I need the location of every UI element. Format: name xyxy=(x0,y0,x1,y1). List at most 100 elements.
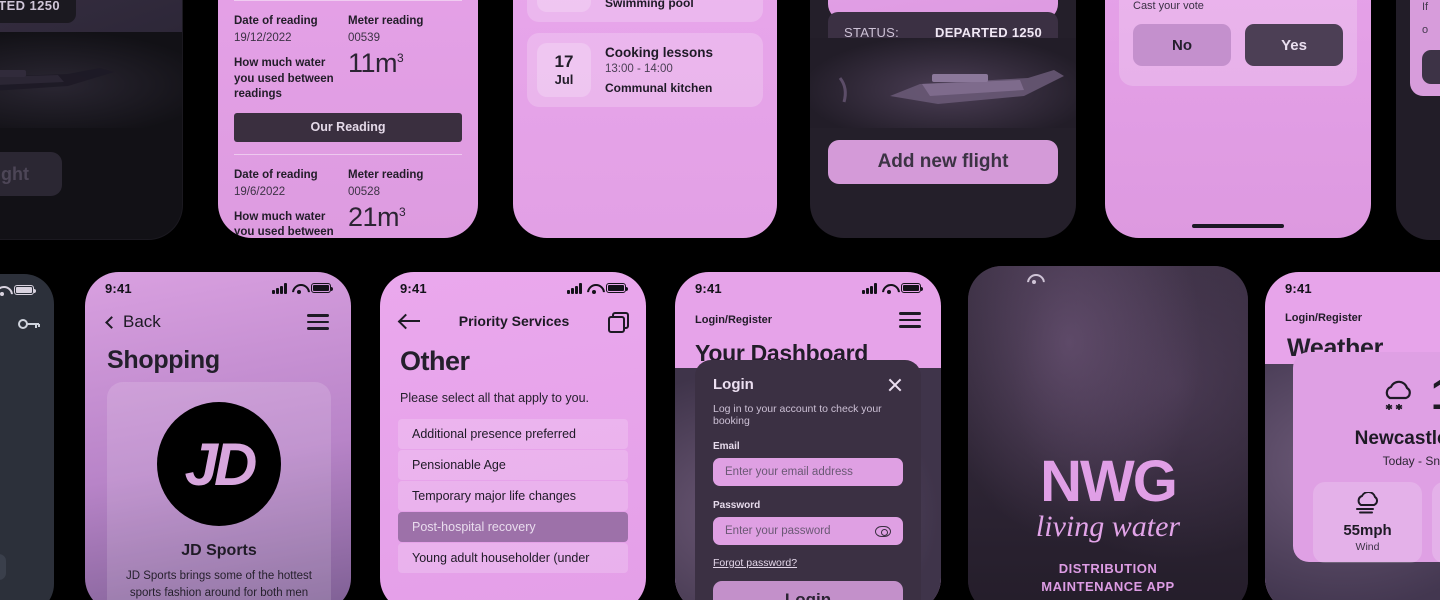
card-priority-services[interactable]: 9:41 Priority Services Other Please sele… xyxy=(380,272,646,600)
card-flight-dark[interactable]: Arrival Date er 2023 Arrival Time 12:10 … xyxy=(0,0,182,239)
status-bar xyxy=(0,274,54,300)
modal-subtitle: Log in to your account to check your boo… xyxy=(713,403,882,427)
partial-button[interactable] xyxy=(0,554,6,580)
eye-icon[interactable] xyxy=(875,525,891,537)
card-weather[interactable]: 9:41 Login/Register Weather 11 xyxy=(1265,272,1440,600)
temperature-value: 11 xyxy=(1431,370,1440,420)
our-reading-button[interactable]: Our Reading xyxy=(234,112,462,142)
usage-value-2: 21m3 xyxy=(348,202,462,233)
wifi-icon xyxy=(292,283,306,294)
battery-icon xyxy=(901,283,924,293)
login-submit-button[interactable]: Login xyxy=(713,581,903,600)
our-reading-label: Our Reading xyxy=(310,120,386,135)
signal-icon xyxy=(567,282,582,294)
today-conditions: Today - Snowing xyxy=(1382,454,1440,468)
partial-sub-line1: If xyxy=(1422,1,1429,13)
menu-icon[interactable] xyxy=(899,312,921,328)
list-item[interactable]: 8 Jul Swimming 20:00 Swimming pool xyxy=(527,0,763,22)
cast-vote-card: Cast your vote No Yes xyxy=(1119,0,1357,86)
vote-yes-button[interactable]: Yes xyxy=(1245,24,1343,66)
nav-title: Priority Services xyxy=(458,313,570,329)
usage-exponent-2: 3 xyxy=(399,204,406,219)
partial-button[interactable] xyxy=(1422,50,1440,84)
list-item[interactable]: Young adult householder (under xyxy=(398,543,628,573)
vote-no-label: No xyxy=(1172,36,1192,54)
card-nwg-splash[interactable]: GS 9:41 AM 10 NWG living water DISTRIBUT… xyxy=(968,266,1248,600)
event-title: Cooking lessons xyxy=(605,45,714,60)
list-item-selected[interactable]: Post-hospital recovery xyxy=(398,512,628,542)
wind-cloud-icon xyxy=(1355,492,1378,514)
card-events[interactable]: 8 Jul Swimming 20:00 Swimming pool 17 Ju… xyxy=(513,0,777,238)
jd-logo-text: JD xyxy=(184,430,258,498)
date-of-reading-value: 19/12/2022 xyxy=(234,32,292,44)
password-placeholder: Enter your password xyxy=(725,525,831,537)
login-register-link[interactable]: Login/Register xyxy=(695,314,772,326)
wind-tile: 55mph Wind xyxy=(1313,482,1422,563)
nwg-logo: NWG living water DISTRIBUTION MAINTENANC… xyxy=(968,449,1248,595)
partial-content-card: F If o xyxy=(1410,0,1440,96)
card-water-readings[interactable]: Date of reading 19/12/2022 Meter reading… xyxy=(218,0,478,238)
nwg-wordmark: NWG xyxy=(1040,449,1178,514)
partial-sub-line2: o xyxy=(1422,23,1429,36)
card-vote[interactable]: 28% Cast your vote No Yes xyxy=(1105,0,1371,238)
back-button[interactable]: Back xyxy=(105,312,161,332)
ship-photo-dark xyxy=(0,32,182,128)
list-item[interactable]: Pensionable Age xyxy=(398,450,628,480)
key-icon[interactable] xyxy=(18,318,40,330)
event-time: 13:00 - 14:00 xyxy=(605,63,673,75)
options-list: Additional presence preferred Pensionabl… xyxy=(380,405,646,573)
event-day: 17 xyxy=(554,52,574,72)
usage-exponent: 3 xyxy=(397,51,404,65)
login-register-link[interactable]: Login/Register xyxy=(1285,312,1440,324)
list-item[interactable]: Temporary major life changes xyxy=(398,481,628,511)
nwg-tagline: living water xyxy=(1035,510,1181,544)
forgot-password-link[interactable]: Forgot password? xyxy=(713,557,797,569)
page-title: Shopping xyxy=(107,346,220,374)
copy-icon[interactable] xyxy=(607,312,629,333)
card-left-partial[interactable] xyxy=(0,274,54,600)
ship-photo xyxy=(810,38,1076,128)
card-right-partial[interactable]: F If o xyxy=(1396,0,1440,240)
weather-card: 11 Newcastle upon Today - Snowing 55mph … xyxy=(1293,352,1440,563)
event-location: Swimming pool xyxy=(605,0,694,10)
status-bar: 9:41 xyxy=(85,272,351,298)
nwg-subtitle-line2: MAINTENANCE APP xyxy=(1041,578,1175,594)
add-new-flight-button-dark[interactable]: Add new flight xyxy=(0,152,62,196)
list-item[interactable]: Additional presence preferred xyxy=(398,419,628,449)
card-login[interactable]: 9:41 Login/Register Your Dashboard Login… xyxy=(675,272,941,600)
screenshot-canvas: Arrival Date er 2023 Arrival Time 12:10 … xyxy=(0,0,1440,600)
event-month: Jul xyxy=(555,0,574,2)
nav-bar: Priority Services xyxy=(380,298,646,333)
signal-icon xyxy=(862,282,877,294)
email-field[interactable]: Enter your email address xyxy=(713,458,903,486)
status-bar: 9:41 xyxy=(1265,272,1440,298)
password-field[interactable]: Enter your password xyxy=(713,517,903,545)
date-of-reading-label: Date of reading xyxy=(234,15,318,27)
event-date-chip: 8 Jul xyxy=(537,0,591,12)
battery-icon xyxy=(14,285,37,295)
battery-icon xyxy=(311,283,334,293)
store-card[interactable]: JD JD Sports JD Sports brings some of th… xyxy=(107,382,331,600)
login-submit-label: Login xyxy=(784,590,832,600)
close-icon[interactable] xyxy=(887,377,903,393)
add-new-flight-button[interactable]: Add new flight xyxy=(828,140,1058,184)
add-new-flight-label: Add new flight xyxy=(877,151,1009,172)
home-indicator xyxy=(1192,224,1284,228)
status-bar: 9:41 xyxy=(380,272,646,298)
wind-value: 55mph xyxy=(1343,522,1392,539)
humidity-tile: 55% Humidity xyxy=(1432,482,1440,563)
usage-amount: 11m xyxy=(348,48,398,78)
card-flight-status[interactable]: Arrival Date 30 October 2023 Arrival Tim… xyxy=(810,0,1076,238)
page-subtitle: Please select all that apply to you. xyxy=(400,391,590,405)
list-item[interactable]: 17 Jul Cooking lessons 13:00 - 14:00 Com… xyxy=(527,33,763,107)
card-shopping[interactable]: 9:41 Back Shopping JD JD Sports JD Sport… xyxy=(85,272,351,600)
event-date-chip: 17 Jul xyxy=(537,43,591,97)
vote-no-button[interactable]: No xyxy=(1133,24,1231,66)
meter-reading-label-2: Meter reading xyxy=(348,168,424,181)
menu-icon[interactable] xyxy=(307,314,329,330)
reading-row-2: Date of reading 19/6/2022 Meter reading … xyxy=(234,155,462,238)
back-arrow-icon[interactable] xyxy=(400,314,420,328)
usage-question-label-2: How much water you used between readings xyxy=(234,210,334,238)
back-label: Back xyxy=(123,312,161,331)
usage-question-label: How much water you used between readings xyxy=(234,57,334,101)
